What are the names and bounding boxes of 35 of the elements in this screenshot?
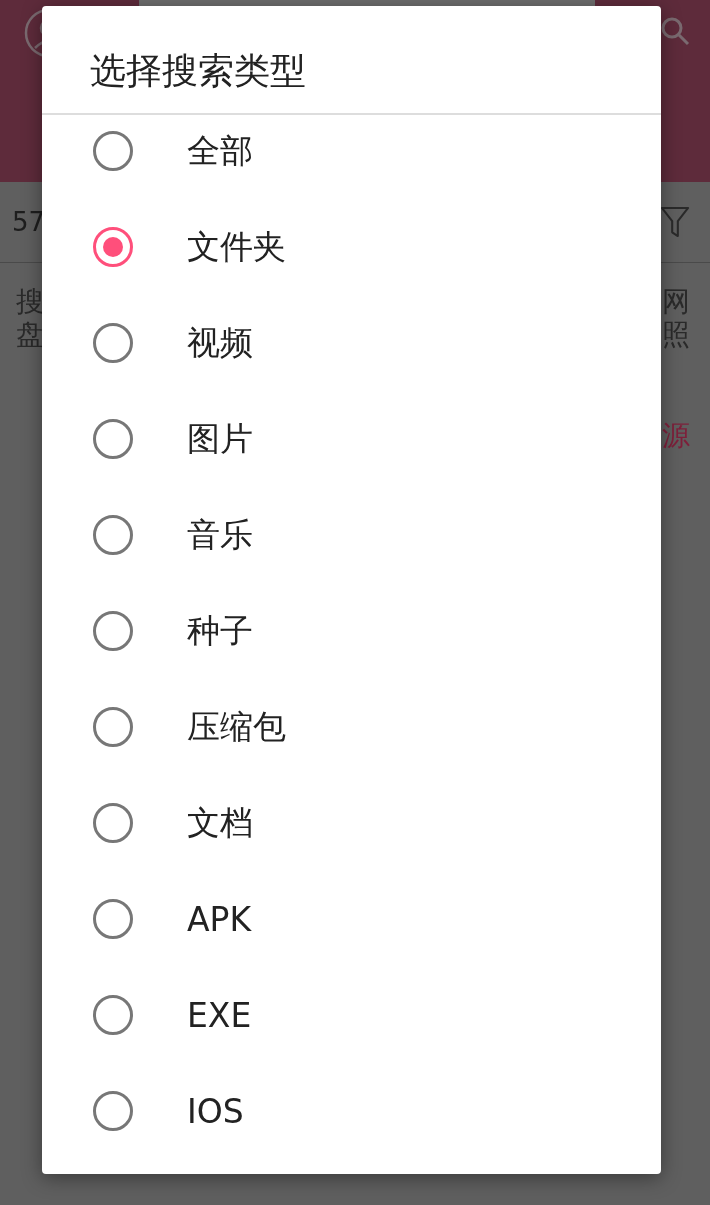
option-item[interactable]: 音乐 — [42, 487, 661, 583]
radio-button[interactable] — [93, 995, 133, 1035]
option-label: 文件夹 — [187, 225, 286, 268]
radio-button[interactable] — [93, 803, 133, 843]
dialog-title: 选择搜索类型 — [90, 49, 306, 93]
option-label: IOS — [187, 1091, 244, 1131]
radio-button[interactable] — [93, 419, 133, 459]
radio-button[interactable] — [93, 707, 133, 747]
option-label: 压缩包 — [187, 705, 286, 748]
option-item[interactable]: IOS — [42, 1063, 661, 1159]
option-label: APK — [187, 899, 252, 939]
option-item[interactable]: EXE — [42, 967, 661, 1063]
option-item[interactable]: 图片 — [42, 391, 661, 487]
option-label: EXE — [187, 995, 252, 1035]
radio-button[interactable] — [93, 323, 133, 363]
option-item[interactable]: 文档 — [42, 775, 661, 871]
radio-button[interactable] — [93, 611, 133, 651]
option-item[interactable]: 压缩包 — [42, 679, 661, 775]
option-item[interactable]: APK — [42, 871, 661, 967]
option-item[interactable]: 全部 — [42, 103, 661, 199]
option-item[interactable]: 视频 — [42, 295, 661, 391]
radio-button[interactable] — [93, 131, 133, 171]
search-icon[interactable] — [660, 16, 690, 46]
filter-icon[interactable] — [660, 205, 690, 239]
radio-button[interactable] — [93, 227, 133, 267]
option-label: 文档 — [187, 801, 253, 844]
option-item[interactable]: 种子 — [42, 583, 661, 679]
radio-button[interactable] — [93, 899, 133, 939]
option-label: 全部 — [187, 129, 253, 172]
radio-button[interactable] — [93, 1091, 133, 1131]
option-label: 种子 — [187, 609, 253, 652]
option-label: 图片 — [187, 417, 253, 460]
option-label: 音乐 — [187, 513, 253, 556]
radio-button[interactable] — [93, 515, 133, 555]
option-label: 视频 — [187, 321, 253, 364]
